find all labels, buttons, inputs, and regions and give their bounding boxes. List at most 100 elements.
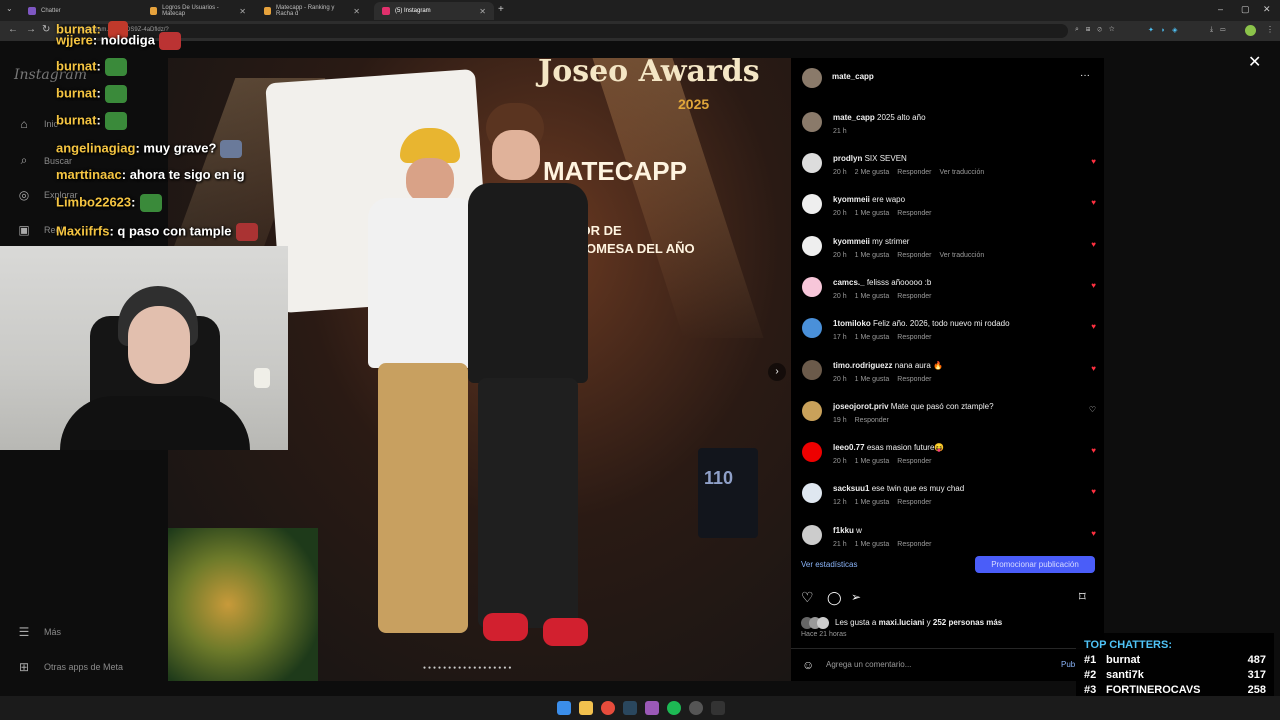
comment-input[interactable]: Agrega un comentario...: [826, 660, 911, 669]
avatar[interactable]: [802, 235, 822, 256]
comment-like-icon[interactable]: ♥: [1091, 364, 1096, 373]
share-icon[interactable]: ➢: [851, 590, 861, 604]
maximize-icon[interactable]: ▢: [1241, 4, 1250, 15]
comment-icon[interactable]: ◯: [827, 590, 842, 606]
publish-button[interactable]: Pub: [1061, 660, 1075, 669]
comment-user[interactable]: 1tomiloko: [833, 319, 871, 328]
browser-menu-icon[interactable]: ⋮: [1266, 25, 1274, 34]
extension-icons[interactable]: ✦◗◈: [1148, 26, 1184, 34]
profile-avatar[interactable]: [1245, 25, 1256, 36]
more-options-icon[interactable]: ···: [1080, 70, 1090, 81]
reply-link[interactable]: Responder: [897, 376, 931, 383]
reply-link[interactable]: Responder: [897, 210, 931, 217]
comment-likes[interactable]: 2 Me gusta: [855, 169, 890, 176]
translate-link[interactable]: Ver traducción: [940, 169, 985, 176]
avatar[interactable]: [802, 359, 822, 380]
comment-likes[interactable]: 1 Me gusta: [855, 293, 890, 300]
comment-user[interactable]: f1kku: [833, 526, 854, 535]
comment-like-icon[interactable]: ♡: [1089, 405, 1096, 414]
discord-icon[interactable]: [645, 701, 659, 715]
like-icon[interactable]: ♡: [801, 589, 814, 606]
start-icon[interactable]: [557, 701, 571, 715]
file-explorer-icon[interactable]: [579, 701, 593, 715]
tab-logros[interactable]: Logros De Usuarios - Matecap ✕: [142, 2, 254, 20]
sidebar-item-home[interactable]: ⌂ Inic: [16, 117, 58, 131]
comment-user[interactable]: prodlyn: [833, 154, 862, 163]
avatar[interactable]: [802, 400, 822, 421]
reply-link[interactable]: Responder: [897, 458, 931, 465]
reload-icon[interactable]: ↻: [42, 24, 50, 35]
comment-likes[interactable]: 1 Me gusta: [855, 210, 890, 217]
sidebar-item-more[interactable]: ☰ Más: [16, 625, 61, 639]
comment-user[interactable]: kyommeii: [833, 237, 870, 246]
avatar[interactable]: [802, 194, 822, 215]
comment-like-icon[interactable]: ♥: [1091, 322, 1096, 331]
close-tab-icon[interactable]: ✕: [239, 7, 246, 16]
avatar[interactable]: [802, 442, 822, 463]
comment-like-icon[interactable]: ♥: [1091, 281, 1096, 290]
reply-link[interactable]: Responder: [897, 169, 931, 176]
spotify-icon[interactable]: [667, 701, 681, 715]
comment-like-icon[interactable]: ♥: [1091, 487, 1096, 496]
back-icon[interactable]: ←: [8, 24, 18, 35]
close-tab-icon[interactable]: ✕: [353, 7, 360, 16]
steam-icon[interactable]: [623, 701, 637, 715]
comment-like-icon[interactable]: ♥: [1091, 240, 1096, 249]
comment-likes[interactable]: 1 Me gusta: [855, 334, 890, 341]
comment-like-icon[interactable]: ♥: [1091, 157, 1096, 166]
reply-link[interactable]: Responder: [897, 252, 931, 259]
reply-link[interactable]: Responder: [897, 541, 931, 548]
reply-link[interactable]: Responder: [897, 499, 931, 506]
avatar[interactable]: [802, 276, 822, 297]
likes-count[interactable]: 252 personas más: [933, 618, 1002, 627]
new-tab-icon[interactable]: +: [498, 4, 504, 15]
comment-like-icon[interactable]: ♥: [1091, 198, 1096, 207]
avatar[interactable]: [802, 483, 822, 504]
close-tab-icon[interactable]: ✕: [479, 7, 486, 16]
save-icon[interactable]: ⌑: [1079, 589, 1086, 605]
tab-list-icon[interactable]: ⌄: [6, 4, 13, 13]
tab-matecapp-ranking[interactable]: Matecapp - Ranking y Racha d ✕: [256, 2, 368, 20]
download-icon[interactable]: ⤓▭: [1210, 26, 1232, 34]
comment-user[interactable]: camcs._: [833, 278, 865, 287]
author-username[interactable]: mate_capp: [832, 72, 874, 81]
comment-user[interactable]: joseojorot.priv: [833, 402, 889, 411]
reply-link[interactable]: Responder: [897, 334, 931, 341]
avatar[interactable]: [802, 524, 822, 545]
comment-user[interactable]: mate_capp: [833, 113, 875, 122]
likes-summary[interactable]: Les gusta a maxi.luciani y 252 personas …: [835, 618, 1002, 627]
comment-user[interactable]: timo.rodriguezz: [833, 361, 893, 370]
view-stats-link[interactable]: Ver estadísticas: [801, 560, 857, 569]
reply-link[interactable]: Responder: [855, 417, 889, 424]
tab-chatter[interactable]: Chatter: [20, 2, 142, 20]
avatar[interactable]: [802, 318, 822, 339]
close-modal-icon[interactable]: ✕: [1248, 52, 1261, 72]
browser-toolbar-icons[interactable]: ⌕⊞⊘☆: [1075, 26, 1122, 34]
forward-icon[interactable]: →: [26, 24, 36, 35]
app-icon[interactable]: [711, 701, 725, 715]
sidebar-item-meta-apps[interactable]: ⊞ Otras apps de Meta: [16, 660, 123, 674]
avatar[interactable]: [802, 112, 822, 132]
tab-instagram[interactable]: (5) Instagram ✕: [374, 2, 494, 20]
likes-user[interactable]: maxi.luciani: [879, 618, 925, 627]
obs-icon[interactable]: [689, 701, 703, 715]
comment-likes[interactable]: 1 Me gusta: [855, 499, 890, 506]
avatar[interactable]: [802, 153, 822, 173]
translate-link[interactable]: Ver traducción: [940, 252, 985, 259]
close-window-icon[interactable]: ✕: [1263, 4, 1271, 15]
comment-user[interactable]: kyommeii: [833, 195, 870, 204]
comment-like-icon[interactable]: ♥: [1091, 446, 1096, 455]
comment-likes[interactable]: 1 Me gusta: [855, 252, 890, 259]
comment-likes[interactable]: 1 Me gusta: [855, 458, 890, 465]
promote-button[interactable]: Promocionar publicación: [975, 556, 1095, 573]
comment-like-icon[interactable]: ♥: [1091, 529, 1096, 538]
author-avatar[interactable]: [802, 68, 822, 88]
comment-likes[interactable]: 1 Me gusta: [855, 376, 890, 383]
minimize-icon[interactable]: –: [1218, 4, 1223, 14]
comment-likes[interactable]: 1 Me gusta: [855, 541, 890, 548]
comment-user[interactable]: sacksuu1: [833, 484, 869, 493]
reply-link[interactable]: Responder: [897, 293, 931, 300]
comment-user[interactable]: leeo0.77: [833, 443, 865, 452]
chrome-icon[interactable]: [601, 701, 615, 715]
next-photo-icon[interactable]: ›: [768, 363, 786, 381]
